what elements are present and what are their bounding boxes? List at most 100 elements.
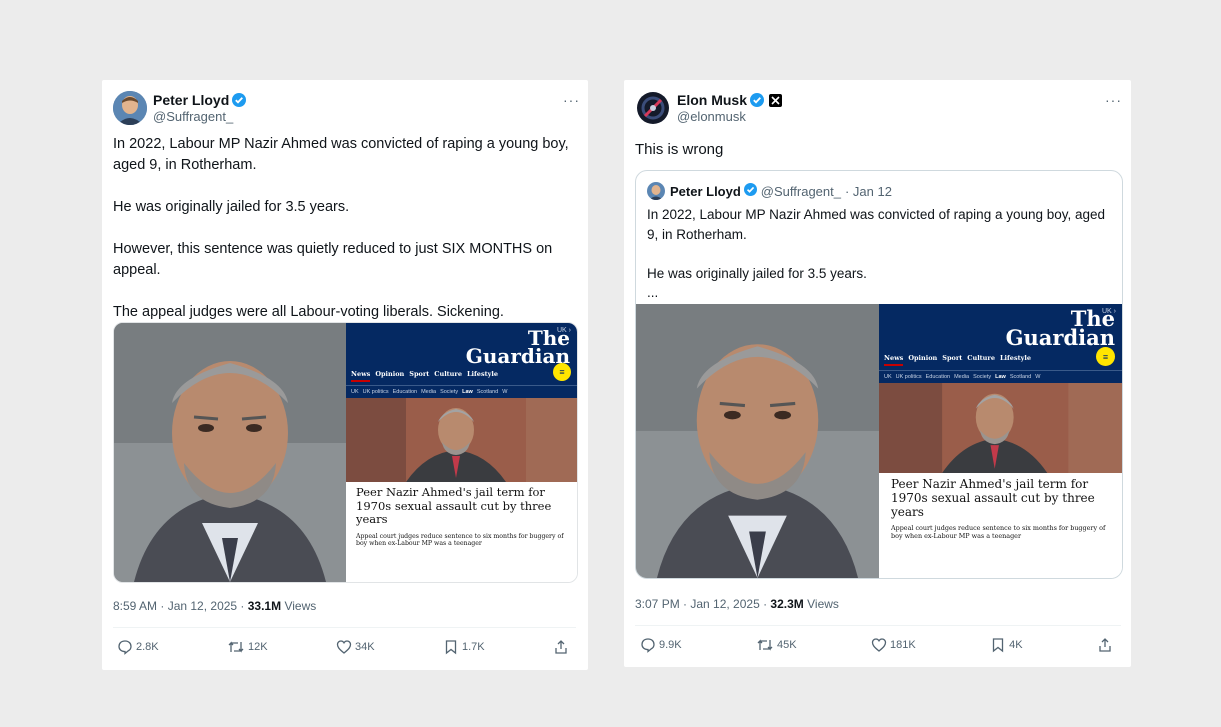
logo-line-2: Guardian: [465, 344, 570, 368]
bookmark-button[interactable]: 1.7K: [443, 639, 485, 655]
like-count: 34K: [355, 641, 375, 653]
guardian-screenshot[interactable]: UK › The Guardian News Opinion Sport Cul…: [879, 304, 1122, 578]
quoted-author-row: Peter Lloyd @Suffragent_ · Jan 12: [647, 182, 892, 200]
author-name[interactable]: Elon Musk: [677, 92, 783, 110]
author-name[interactable]: Peter Lloyd: [153, 92, 247, 110]
nav-item-culture[interactable]: Culture: [434, 370, 462, 382]
subnav-item[interactable]: W: [502, 389, 507, 395]
nav-item-lifestyle[interactable]: Lifestyle: [467, 370, 498, 382]
repost-count: 12K: [248, 641, 268, 653]
article-image[interactable]: [879, 383, 1122, 473]
tweet-timestamp[interactable]: 3:07 PM · Jan 12, 2025 · 32.3M Views: [635, 597, 839, 611]
author-handle[interactable]: @elonmusk: [677, 109, 746, 124]
share-icon: [1099, 638, 1111, 652]
portrait-photo[interactable]: [636, 304, 879, 578]
timestamp-text[interactable]: 8:59 AM · Jan 12, 2025 ·: [113, 599, 248, 613]
share-button[interactable]: [1097, 637, 1116, 653]
guardian-nav: News Opinion Sport Culture Lifestyle: [884, 354, 1031, 366]
nav-item-opinion[interactable]: Opinion: [908, 354, 937, 366]
article-headline[interactable]: Peer Nazir Ahmed's jail term for 1970s s…: [879, 473, 1122, 519]
man-portrait-illustration: [114, 323, 346, 582]
subnav-item[interactable]: W: [1035, 374, 1040, 380]
bookmark-count: 1.7K: [461, 641, 485, 653]
nav-item-news[interactable]: News: [884, 354, 904, 366]
subnav-item[interactable]: Media: [954, 374, 969, 380]
subnav-item[interactable]: UK politics: [363, 389, 389, 395]
tweet-paragraph: He was originally jailed for 3.5 years.: [113, 199, 350, 215]
guardian-logo: The Guardian: [465, 328, 570, 368]
quoted-media[interactable]: UK › The Guardian News Opinion Sport Cul…: [636, 304, 1122, 578]
reply-button[interactable]: 2.8K: [117, 639, 159, 655]
like-button[interactable]: 34K: [336, 639, 375, 655]
repost-button[interactable]: 12K: [227, 639, 268, 655]
nav-item-culture[interactable]: Culture: [967, 354, 995, 366]
subnav-item[interactable]: Society: [973, 374, 991, 380]
subnav-item[interactable]: UK: [884, 374, 892, 380]
logo-line-2: Guardian: [1005, 324, 1115, 350]
bookmark-count: 4K: [1009, 639, 1023, 651]
tweet-paragraph: In 2022, Labour MP Nazir Ahmed was convi…: [113, 136, 573, 173]
menu-icon[interactable]: ≡: [553, 363, 571, 381]
views-count: 33.1M: [247, 599, 282, 613]
guardian-header: UK › The Guardian News Opinion Sport Cul…: [346, 323, 577, 385]
author-name-text[interactable]: Peter Lloyd: [153, 92, 229, 108]
nav-item-sport[interactable]: Sport: [409, 370, 429, 382]
article-photo-illustration: [879, 383, 1122, 473]
reply-button[interactable]: 9.9K: [640, 637, 682, 653]
verified-badge-icon: [232, 93, 247, 110]
author-name-text[interactable]: Elon Musk: [677, 92, 747, 108]
share-button[interactable]: [553, 639, 572, 655]
subnav-item[interactable]: UK: [351, 389, 359, 395]
nav-item-opinion[interactable]: Opinion: [375, 370, 404, 382]
views-label: Views: [803, 597, 839, 611]
nav-item-sport[interactable]: Sport: [942, 354, 962, 366]
bookmark-icon: [445, 640, 457, 655]
subnav-item-active[interactable]: Law: [995, 374, 1006, 380]
tweet-media[interactable]: UK › The Guardian News Opinion Sport Cul…: [113, 322, 578, 583]
subnav-item[interactable]: UK politics: [896, 374, 922, 380]
tweet-card-peter-lloyd[interactable]: Peter Lloyd @Suffragent_ ··· In 2022, La…: [102, 80, 588, 670]
nav-item-news[interactable]: News: [351, 370, 371, 382]
like-button[interactable]: 181K: [871, 637, 916, 653]
bookmark-button[interactable]: 4K: [990, 637, 1023, 653]
subnav-item[interactable]: Society: [440, 389, 458, 395]
bookmark-icon: [992, 638, 1004, 653]
article-image[interactable]: [346, 398, 577, 482]
tweet-actions: 9.9K 45K 181K 4K: [640, 637, 1116, 653]
quoted-author-name[interactable]: Peter Lloyd: [670, 184, 741, 199]
article-standfirst: Appeal court judges reduce sentence to s…: [891, 524, 1106, 540]
tweet-card-elon-musk[interactable]: Elon Musk @elonmusk ··· This is wrong Pe…: [624, 80, 1131, 667]
more-icon[interactable]: ···: [1105, 92, 1122, 108]
subnav-item[interactable]: Education: [393, 389, 417, 395]
quoted-paragraph: ...: [647, 285, 659, 300]
nav-item-lifestyle[interactable]: Lifestyle: [1000, 354, 1031, 366]
quoted-avatar[interactable]: [647, 182, 665, 200]
views-count: 32.3M: [770, 597, 804, 611]
repost-button[interactable]: 45K: [756, 637, 797, 653]
avatar[interactable]: [637, 92, 669, 124]
quoted-author-handle[interactable]: @Suffragent_: [761, 184, 841, 199]
quoted-tweet[interactable]: Peter Lloyd @Suffragent_ · Jan 12 In 202…: [635, 170, 1123, 579]
avatar[interactable]: [113, 91, 147, 125]
guardian-subnav: UK UK politics Education Media Society L…: [346, 385, 577, 398]
subnav-item[interactable]: Scotland: [1010, 374, 1031, 380]
tweet-text: In 2022, Labour MP Nazir Ahmed was convi…: [113, 134, 575, 323]
portrait-photo[interactable]: [114, 323, 346, 582]
subnav-item[interactable]: Education: [926, 374, 950, 380]
share-icon: [555, 640, 567, 654]
guardian-screenshot[interactable]: UK › The Guardian News Opinion Sport Cul…: [346, 323, 577, 582]
like-icon: [871, 638, 887, 652]
subnav-item[interactable]: Scotland: [477, 389, 498, 395]
timestamp-text[interactable]: 3:07 PM · Jan 12, 2025 ·: [635, 597, 770, 611]
subnav-item[interactable]: Media: [421, 389, 436, 395]
article-headline[interactable]: Peer Nazir Ahmed's jail term for 1970s s…: [346, 482, 577, 527]
menu-icon[interactable]: ≡: [1096, 347, 1115, 366]
tweet-timestamp[interactable]: 8:59 AM · Jan 12, 2025 · 33.1M Views: [113, 599, 316, 613]
author-handle[interactable]: @Suffragent_: [153, 109, 233, 124]
tweet-text: This is wrong: [635, 141, 724, 158]
subnav-item-active[interactable]: Law: [462, 389, 473, 395]
more-icon[interactable]: ···: [563, 92, 580, 108]
repost-icon: [228, 641, 244, 653]
quoted-date[interactable]: · Jan 12: [845, 184, 892, 199]
x-logo-icon: [769, 94, 783, 110]
